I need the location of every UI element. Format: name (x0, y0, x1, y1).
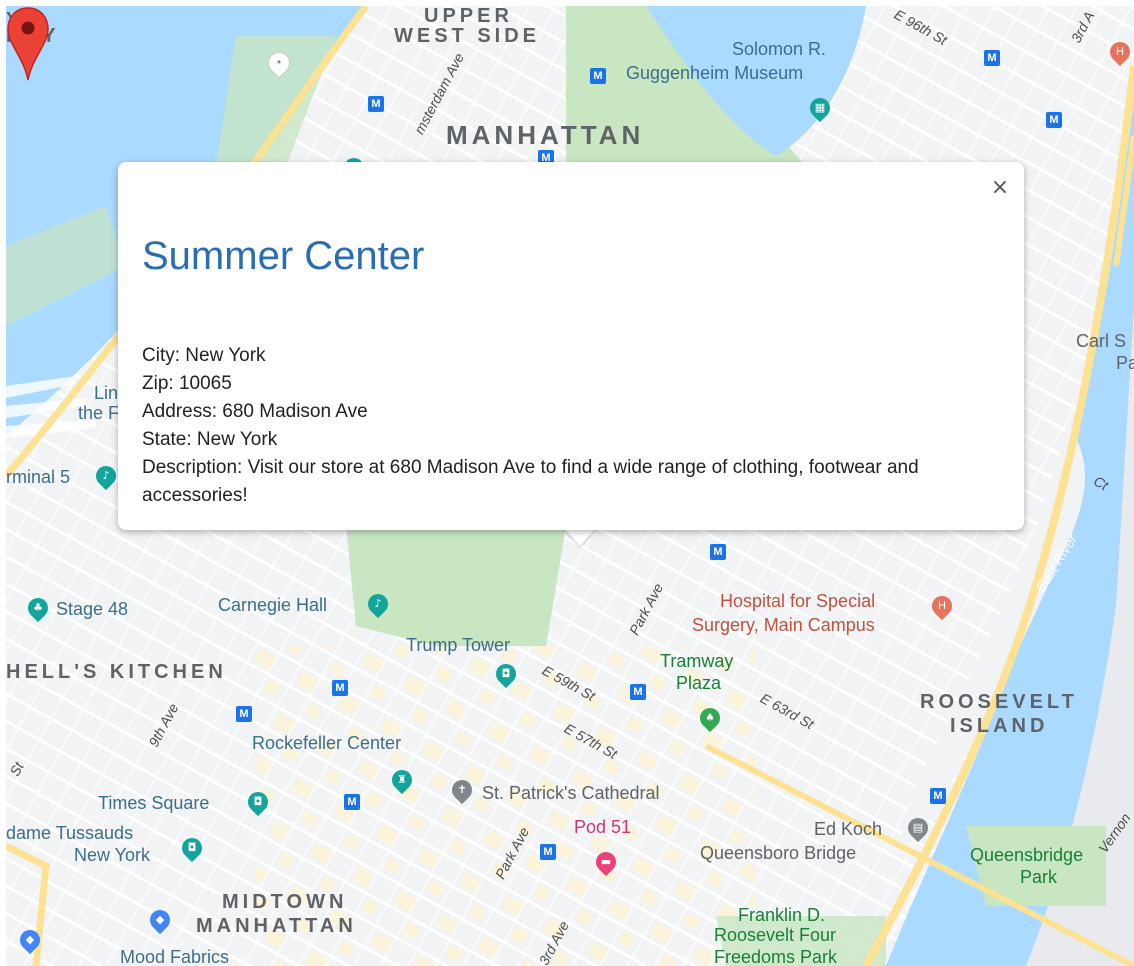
metro-icon[interactable]: M (630, 684, 646, 700)
ed-koch-pin-icon[interactable]: ▤ (903, 813, 933, 843)
terminal-pin-icon[interactable]: ♪ (91, 461, 121, 491)
metro-icon[interactable]: M (984, 50, 1000, 66)
bottom-left-pin-icon[interactable]: ◆ (15, 925, 45, 955)
tramway-pin-icon[interactable]: ♠ (695, 703, 725, 733)
label-west-side: WEST SIDE (394, 25, 541, 47)
store-address: Address: 680 Madison Ave (142, 401, 368, 422)
metro-icon[interactable]: M (590, 68, 606, 84)
hospital-pin-icon[interactable]: H (927, 591, 957, 621)
label-lin-1: Lin (94, 383, 119, 403)
label-carl-1: Carl S (1076, 331, 1127, 351)
label-upper: UPPER (424, 6, 513, 27)
rockefeller-pin-icon[interactable]: ♜ (387, 765, 417, 795)
label-times-square: Times Square (98, 793, 210, 813)
label-tussauds-1: dame Tussauds (6, 823, 134, 843)
trump-pin-icon[interactable]: ◘ (491, 659, 521, 689)
carnegie-pin-icon[interactable]: ♪ (363, 589, 393, 619)
label-rockefeller: Rockefeller Center (252, 733, 402, 753)
tussauds-pin-icon[interactable]: ◘ (177, 833, 207, 863)
label-guggenheim-1: Solomon R. (732, 39, 827, 59)
store-city: City: New York (142, 345, 266, 366)
label-carnegie-hall: Carnegie Hall (218, 595, 328, 615)
stage-48-pin-icon[interactable]: ♣ (23, 593, 53, 623)
label-ed-koch: Ed Koch (814, 819, 883, 839)
label-pod-51: Pod 51 (574, 817, 632, 837)
cathedral-pin-icon[interactable]: ✝ (447, 775, 477, 805)
metro-icon[interactable]: M (540, 844, 556, 860)
label-hospital-2: Surgery, Main Campus (692, 615, 875, 635)
pod-51-pin-icon[interactable]: ▬ (591, 847, 621, 877)
store-zip: Zip: 10065 (142, 373, 232, 394)
mood-fabrics-pin-icon[interactable]: ◆ (145, 905, 175, 935)
label-midtown-1: MIDTOWN (222, 891, 348, 913)
label-midtown-2: MANHATTAN (196, 915, 357, 937)
metro-icon[interactable]: M (236, 706, 252, 722)
guggenheim-pin-icon[interactable]: ▦ (805, 93, 835, 123)
store-details: City: New York Zip: 10065 Address: 680 M… (142, 342, 992, 510)
hospital-top-pin-icon[interactable]: H (1105, 37, 1134, 67)
location-marker-icon[interactable] (6, 6, 50, 82)
label-franklin-3: Freedoms Park (714, 947, 838, 966)
store-title: Summer Center (142, 234, 425, 278)
label-trump-tower: Trump Tower (406, 635, 511, 655)
store-description: Description: Visit our store at 680 Madi… (142, 457, 919, 506)
metro-icon[interactable]: M (368, 96, 384, 112)
metro-icon[interactable]: M (1046, 112, 1062, 128)
metro-icon[interactable]: M (344, 794, 360, 810)
label-st-patricks: St. Patrick's Cathedral (482, 783, 660, 803)
times-square-pin-icon[interactable]: ◘ (243, 787, 273, 817)
label-tramway-2: Plaza (676, 673, 722, 693)
central-park-lower (346, 526, 566, 646)
queensbridge-park (966, 826, 1106, 906)
label-hells-kitchen: HELL'S KITCHEN (6, 661, 227, 683)
label-hospital-1: Hospital for Special (720, 591, 876, 611)
label-tussauds-2: New York (74, 845, 151, 865)
label-stage-48: Stage 48 (56, 599, 129, 619)
close-icon[interactable]: × (988, 176, 1012, 200)
label-queensbridge-1: Queensbridge (970, 845, 1084, 865)
label-guggenheim-2: Guggenheim Museum (626, 63, 804, 83)
label-roosevelt-1: ROOSEVELT (920, 691, 1078, 713)
label-queensbridge-2: Park (1020, 867, 1058, 887)
label-roosevelt-2: ISLAND (950, 715, 1049, 737)
label-franklin-2: Roosevelt Four (714, 925, 837, 945)
label-terminal-5: rminal 5 (6, 467, 71, 487)
info-window: × Summer Center City: New York Zip: 1006… (118, 162, 1024, 530)
label-mood-fabrics: Mood Fabrics (120, 947, 230, 966)
label-tramway-1: Tramway (660, 651, 734, 671)
metro-icon[interactable]: M (930, 788, 946, 804)
label-carl-2: Pa (1116, 353, 1134, 373)
label-lin-2: the F (78, 403, 120, 423)
label-queensboro: Queensboro Bridge (700, 843, 857, 863)
label-manhattan: MANHATTAN (446, 120, 645, 150)
metro-icon[interactable]: M (710, 544, 726, 560)
label-franklin-1: Franklin D. (738, 905, 826, 925)
store-state: State: New York (142, 429, 278, 450)
metro-icon[interactable]: M (332, 680, 348, 696)
